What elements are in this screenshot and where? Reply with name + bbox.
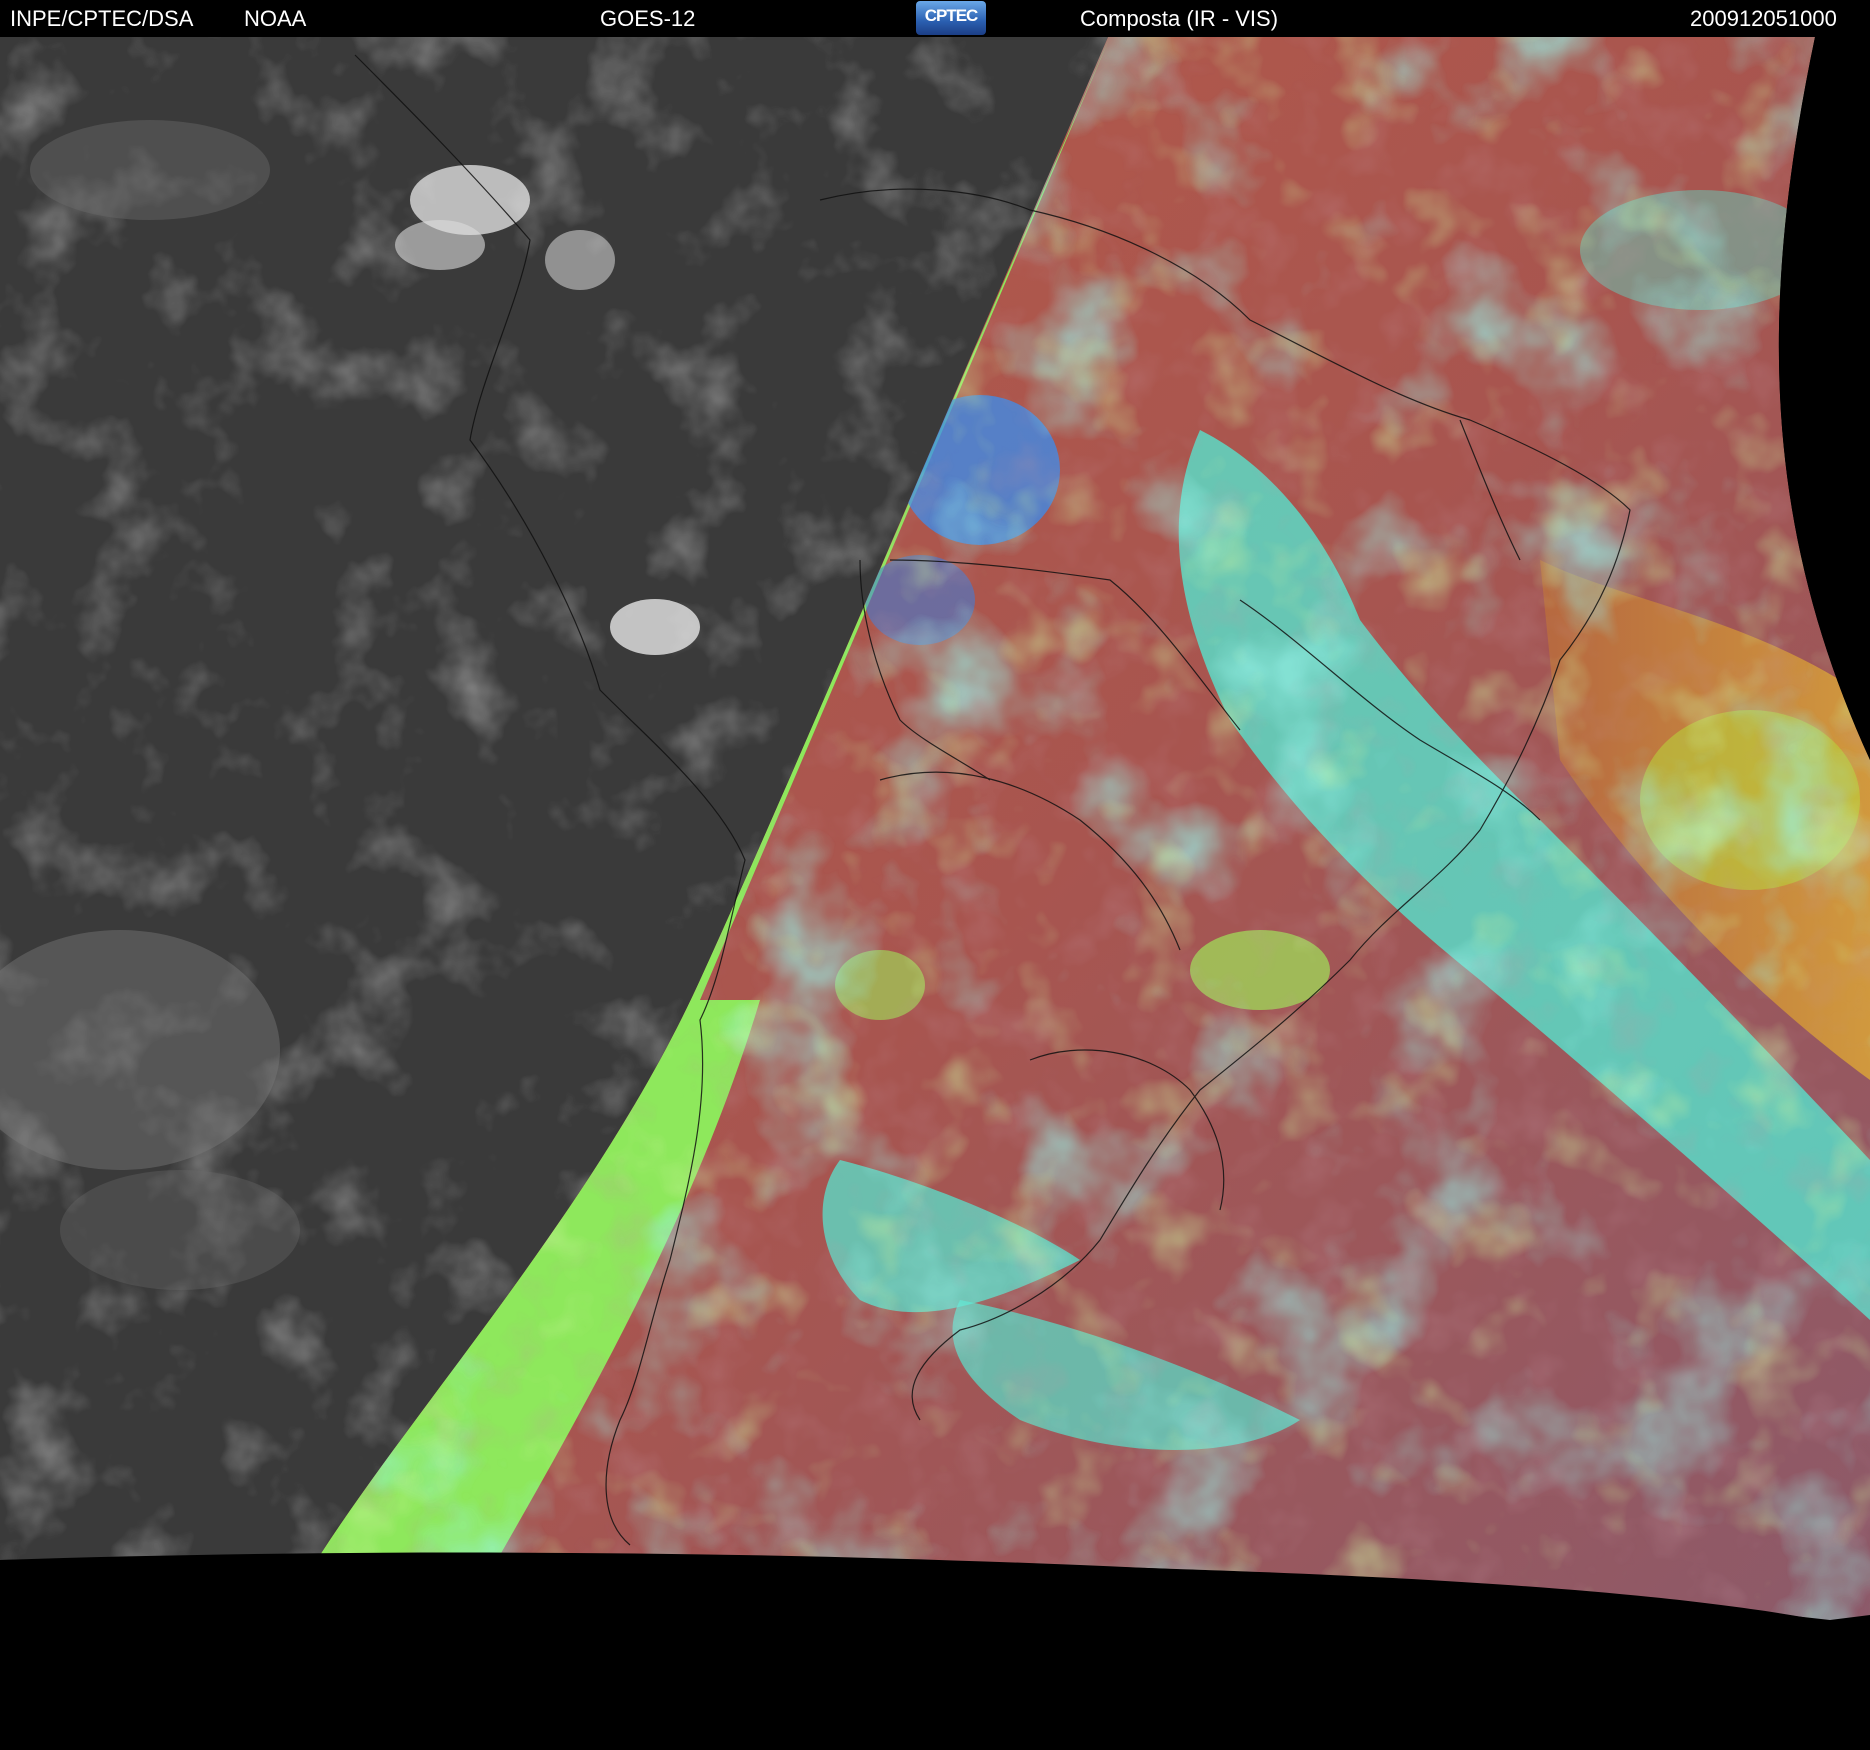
timestamp-label: 200912051000 bbox=[1690, 6, 1837, 31]
satellite-label: GOES-12 bbox=[600, 6, 696, 31]
cptec-logo: CPTEC bbox=[916, 1, 986, 35]
institution-label: INPE/CPTEC/DSA bbox=[10, 6, 194, 31]
satellite-image bbox=[0, 37, 1870, 1750]
product-label: Composta (IR - VIS) bbox=[1080, 6, 1279, 31]
agency-label: NOAA bbox=[244, 6, 307, 31]
image-header: INPE/CPTEC/DSA NOAA GOES-12 CPTEC Compos… bbox=[0, 0, 1870, 37]
